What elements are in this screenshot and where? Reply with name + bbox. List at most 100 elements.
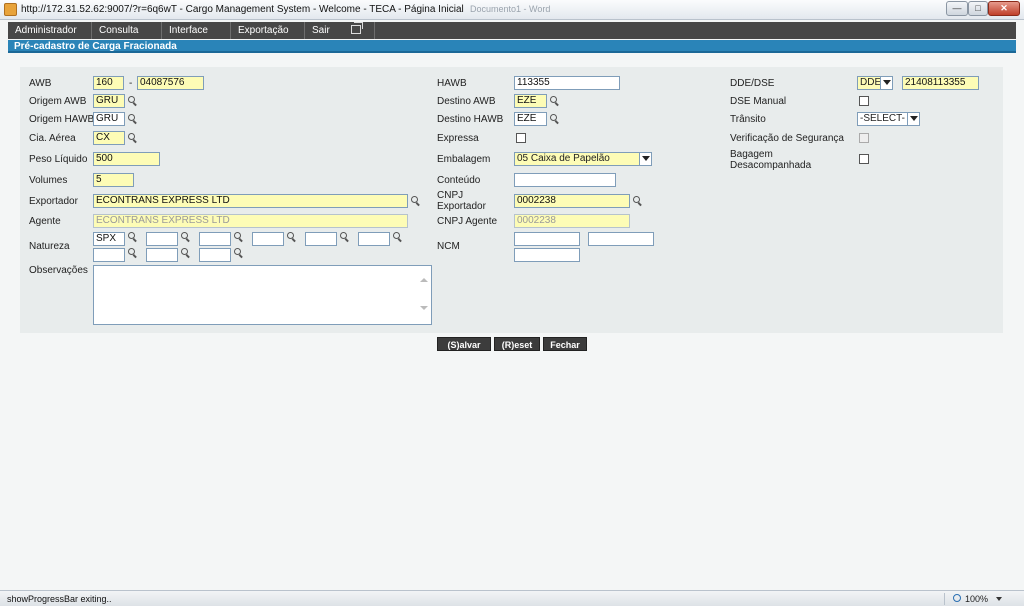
zoom-level[interactable]: 100% (965, 594, 988, 604)
status-separator (944, 593, 945, 605)
conteudo-label: Conteúdo (437, 175, 481, 186)
bagagem-checkbox[interactable] (859, 154, 869, 164)
origem-hawb-input[interactable]: GRU (93, 112, 125, 126)
embalagem-selected-value: 05 Caixa de Papelão (517, 153, 610, 164)
destino-hawb-search-icon[interactable] (550, 114, 560, 124)
natureza-search-icon[interactable] (340, 232, 350, 242)
ncm-input[interactable] (588, 232, 654, 246)
exportador-input[interactable]: ECONTRANS EXPRESS LTD (93, 194, 408, 208)
close-button[interactable]: Fechar (543, 337, 587, 351)
natureza-input[interactable] (199, 232, 231, 246)
natureza-search-icon[interactable] (128, 232, 138, 242)
natureza-label: Natureza (29, 241, 70, 252)
expressa-checkbox[interactable] (516, 133, 526, 143)
natureza-search-icon[interactable] (393, 232, 403, 242)
bagagem-label-line2: Desacompanhada (730, 160, 812, 171)
awb-number-input[interactable]: 04087576 (137, 76, 204, 90)
menu-sair[interactable]: Sair (305, 22, 375, 39)
chevron-down-icon[interactable] (907, 113, 919, 125)
app-icon (4, 3, 17, 16)
verificacao-seguranca-checkbox[interactable] (859, 133, 869, 143)
natureza-search-icon[interactable] (181, 232, 191, 242)
origem-awb-label: Origem AWB (29, 96, 87, 107)
natureza-search-icon[interactable] (128, 248, 138, 258)
cnpj-agente-label: CNPJ Agente (437, 216, 498, 227)
zoom-icon[interactable] (953, 594, 963, 604)
peso-liquido-label: Peso Líquido (29, 154, 88, 165)
destino-hawb-input[interactable]: EZE (514, 112, 547, 126)
transito-label: Trânsito (730, 114, 766, 125)
natureza-input[interactable] (358, 232, 390, 246)
reset-button[interactable]: (R)eset (494, 337, 540, 351)
peso-liquido-input[interactable]: 500 (93, 152, 160, 166)
destino-awb-search-icon[interactable] (550, 96, 560, 106)
dde-dse-number-input[interactable]: 21408113355 (902, 76, 979, 90)
minimize-button[interactable]: — (946, 1, 968, 16)
observacoes-textarea[interactable] (93, 265, 432, 325)
volumes-input[interactable]: 5 (93, 173, 134, 187)
destino-hawb-label: Destino HAWB (437, 114, 504, 125)
menu-consulta[interactable]: Consulta (92, 22, 162, 39)
hawb-input[interactable]: 113355 (514, 76, 620, 90)
cnpj-exportador-input[interactable]: 0002238 (514, 194, 630, 208)
maximize-button[interactable]: □ (968, 1, 988, 16)
natureza-input[interactable] (146, 248, 178, 262)
embalagem-select[interactable]: 05 Caixa de Papelão (514, 152, 652, 166)
window-title: http://172.31.52.62:9007/?r=6q6wT - Carg… (21, 4, 464, 15)
cia-aerea-input[interactable]: CX (93, 131, 125, 145)
menu-interface[interactable]: Interface (162, 22, 231, 39)
natureza-input[interactable] (305, 232, 337, 246)
observacoes-scrollbar[interactable] (417, 266, 431, 324)
scroll-up-icon[interactable] (420, 276, 428, 284)
natureza-search-icon[interactable] (181, 248, 191, 258)
dde-dse-type-value: DDE (860, 77, 882, 88)
background-window-title: Documento1 - Word (470, 4, 551, 14)
origem-awb-search-icon[interactable] (128, 96, 138, 106)
origem-hawb-search-icon[interactable] (128, 114, 138, 124)
dde-dse-type-select[interactable]: DDE (857, 76, 893, 90)
natureza-input[interactable] (252, 232, 284, 246)
close-window-button[interactable]: ✕ (988, 1, 1020, 16)
zoom-dropdown-icon[interactable] (996, 597, 1002, 601)
conteudo-input[interactable] (514, 173, 616, 187)
cnpj-exportador-search-icon[interactable] (633, 196, 643, 206)
scroll-down-icon[interactable] (420, 304, 428, 312)
ncm-input[interactable] (514, 232, 580, 246)
observacoes-label: Observações (29, 265, 88, 276)
bagagem-label-line1: Bagagem (730, 149, 773, 160)
exportador-search-icon[interactable] (411, 196, 421, 206)
cnpj-agente-input[interactable]: 0002238 (514, 214, 630, 228)
awb-prefix-input[interactable]: 160 (93, 76, 124, 90)
chevron-down-icon[interactable] (639, 153, 651, 165)
natureza-input[interactable] (93, 248, 125, 262)
menu-exportacao[interactable]: Exportação (231, 22, 305, 39)
origem-awb-input[interactable]: GRU (93, 94, 125, 108)
page-title: Pré-cadastro de Carga Fracionada (14, 41, 177, 52)
cnpj-exportador-label-line1: CNPJ (437, 190, 464, 201)
status-text: showProgressBar exiting.. (7, 594, 112, 604)
natureza-search-icon[interactable] (234, 232, 244, 242)
destino-awb-input[interactable]: EZE (514, 94, 547, 108)
dse-manual-checkbox[interactable] (859, 96, 869, 106)
main-menu-bar: Administrador Consulta Interface Exporta… (8, 22, 1016, 39)
restore-window-icon[interactable] (351, 22, 363, 34)
save-button[interactable]: (S)alvar (437, 337, 491, 351)
transito-selected-value: -SELECT- (860, 113, 906, 124)
natureza-input[interactable] (199, 248, 231, 262)
cia-aerea-label: Cia. Aérea (29, 133, 76, 144)
ncm-input[interactable] (514, 248, 580, 262)
awb-separator: - (129, 78, 133, 89)
awb-label: AWB (29, 78, 52, 89)
origem-hawb-label: Origem HAWB (29, 114, 95, 125)
natureza-search-icon[interactable] (287, 232, 297, 242)
natureza-search-icon[interactable] (234, 248, 244, 258)
transito-select[interactable]: -SELECT- (857, 112, 920, 126)
ncm-label: NCM (437, 241, 460, 252)
menu-administrador[interactable]: Administrador (8, 22, 92, 39)
natureza-input[interactable]: SPX (93, 232, 125, 246)
agente-input[interactable]: ECONTRANS EXPRESS LTD (93, 214, 408, 228)
natureza-input[interactable] (146, 232, 178, 246)
chevron-down-icon[interactable] (880, 77, 892, 89)
cia-aerea-search-icon[interactable] (128, 133, 138, 143)
destino-awb-label: Destino AWB (437, 96, 496, 107)
